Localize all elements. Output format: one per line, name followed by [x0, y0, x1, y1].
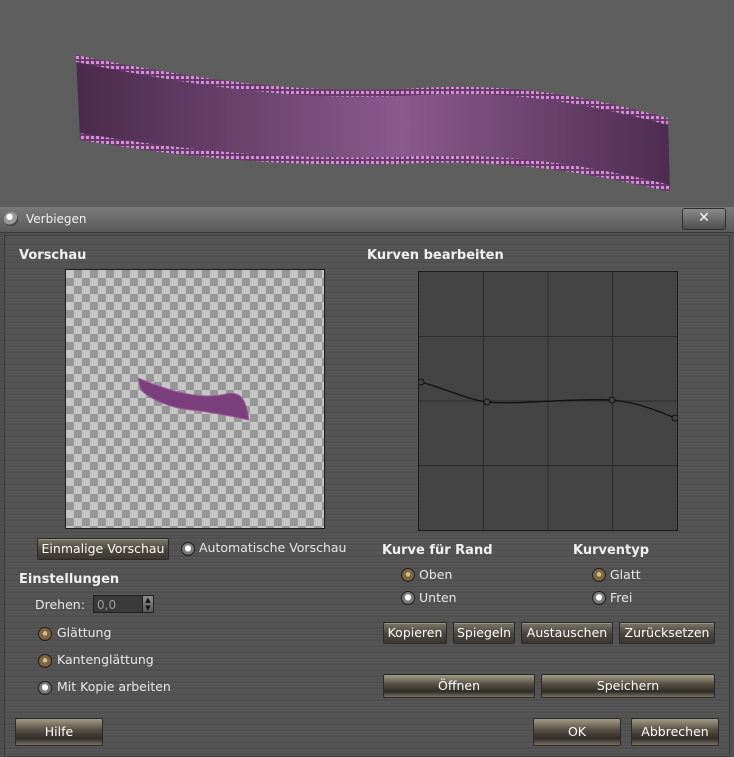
- preview-heading: Vorschau: [19, 248, 87, 263]
- auto-preview-label: Automatische Vorschau: [199, 540, 347, 555]
- image-canvas: [0, 0, 734, 210]
- curves-heading: Kurven bearbeiten: [367, 248, 504, 263]
- dialog-titlebar: Verbiegen ✕: [0, 207, 734, 233]
- edge-top-radio[interactable]: [401, 568, 415, 582]
- dialog-client: Vorschau Einmalige Vorschau Automatische…: [4, 235, 730, 757]
- curve-graph[interactable]: [417, 272, 679, 530]
- ok-button[interactable]: OK: [533, 718, 621, 746]
- work-on-copy-checkbox[interactable]: [38, 681, 52, 695]
- type-smooth-radio[interactable]: [592, 568, 606, 582]
- single-preview-button[interactable]: Einmalige Vorschau: [37, 538, 169, 560]
- edge-bottom-radio[interactable]: [401, 591, 415, 605]
- save-button[interactable]: Speichern: [541, 674, 715, 698]
- ribbon-image: [76, 55, 670, 192]
- rotate-spinner-arrows[interactable]: ▲ ▼: [142, 595, 154, 613]
- dialog-title: Verbiegen: [26, 212, 87, 226]
- rotate-label: Drehen:: [35, 597, 85, 612]
- type-smooth-label: Glatt: [610, 567, 641, 582]
- smoothing-checkbox[interactable]: [38, 627, 52, 641]
- curve-type-heading: Kurventyp: [573, 543, 650, 558]
- auto-preview-checkbox[interactable]: [181, 542, 195, 556]
- rotate-input[interactable]: 0,0: [93, 595, 143, 613]
- preview-area: [65, 269, 325, 529]
- edge-bottom-label: Unten: [419, 590, 457, 605]
- curve-editor[interactable]: [417, 271, 679, 531]
- curve-bend-dialog: Verbiegen ✕ Vorschau Einmalige Vorschau …: [0, 207, 734, 757]
- type-free-label: Frei: [610, 590, 633, 605]
- antialias-checkbox[interactable]: [38, 654, 52, 668]
- help-button[interactable]: Hilfe: [15, 718, 103, 746]
- edge-top-label: Oben: [419, 567, 453, 582]
- gimp-icon: [4, 212, 18, 226]
- reset-button[interactable]: Zurücksetzen: [619, 622, 715, 644]
- work-on-copy-label: Mit Kopie arbeiten: [57, 679, 171, 694]
- type-free-radio[interactable]: [592, 591, 606, 605]
- antialias-label: Kantenglättung: [57, 652, 154, 667]
- open-button[interactable]: Öffnen: [383, 674, 535, 698]
- curve-edge-heading: Kurve für Rand: [382, 543, 493, 558]
- close-button[interactable]: ✕: [682, 208, 726, 230]
- cancel-button[interactable]: Abbrechen: [631, 718, 719, 746]
- settings-heading: Einstellungen: [19, 572, 120, 587]
- swap-button[interactable]: Austauschen: [521, 622, 613, 644]
- copy-button[interactable]: Kopieren: [383, 622, 447, 644]
- smoothing-label: Glättung: [57, 625, 112, 640]
- mirror-button[interactable]: Spiegeln: [453, 622, 515, 644]
- preview-ribbon: [137, 377, 250, 421]
